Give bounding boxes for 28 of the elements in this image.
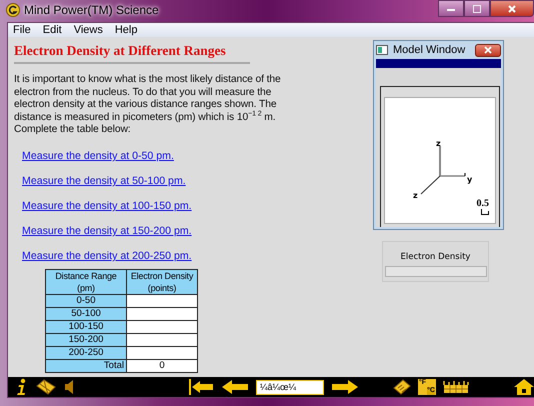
- table-cell: 50-100: [46, 307, 126, 320]
- scale-label: 0.5: [476, 199, 489, 209]
- menu-item[interactable]: Help: [114, 24, 138, 36]
- axis-label: z: [436, 139, 441, 148]
- measure-link[interactable]: Measure the density at 200-250 pm.: [22, 248, 192, 263]
- page-field[interactable]: ¼â¼œ¼: [256, 380, 324, 394]
- total-label: Total: [46, 359, 126, 372]
- table-cell: 150-200: [46, 333, 126, 346]
- table-cell: 100-150: [46, 320, 126, 334]
- table-cell: 200-250: [46, 346, 126, 360]
- axis-label: y: [467, 175, 472, 184]
- measure-link[interactable]: Measure the density at 50-100 pm.: [22, 174, 186, 188]
- column-header: Electron Density (points): [126, 269, 198, 294]
- instructions-paragraph: It is important to know what is the most likely distance of the electron from the nucleus. To do that you will measure the electron density at the various distance ranges shown. The distance is measured in picometers (pm) which is 10$^{−1 2}$ m. Complete the table below:: [14, 74, 282, 137]
- table-cell: 0-50: [46, 294, 126, 308]
- model-window-title: Model Window: [393, 44, 466, 56]
- page-heading: Electron Density at Different Ranges: [14, 43, 250, 64]
- menu-item[interactable]: Views: [74, 24, 103, 36]
- measure-link[interactable]: Measure the density at 150-200 pm.: [22, 224, 192, 238]
- density-label: Electron Density: [400, 252, 470, 262]
- measure-link[interactable]: Measure the density at 0-50 pm.: [22, 148, 174, 163]
- column-header: Distance Range (pm): [46, 269, 126, 294]
- axis-label: z: [413, 191, 418, 200]
- window-title: Mind Power(TM) Science: [24, 3, 159, 17]
- menu-item[interactable]: File: [13, 24, 31, 36]
- measure-link[interactable]: Measure the density at 100-150 pm.: [22, 198, 192, 213]
- total-value: 0: [126, 359, 198, 372]
- menu-item[interactable]: Edit: [42, 24, 62, 36]
